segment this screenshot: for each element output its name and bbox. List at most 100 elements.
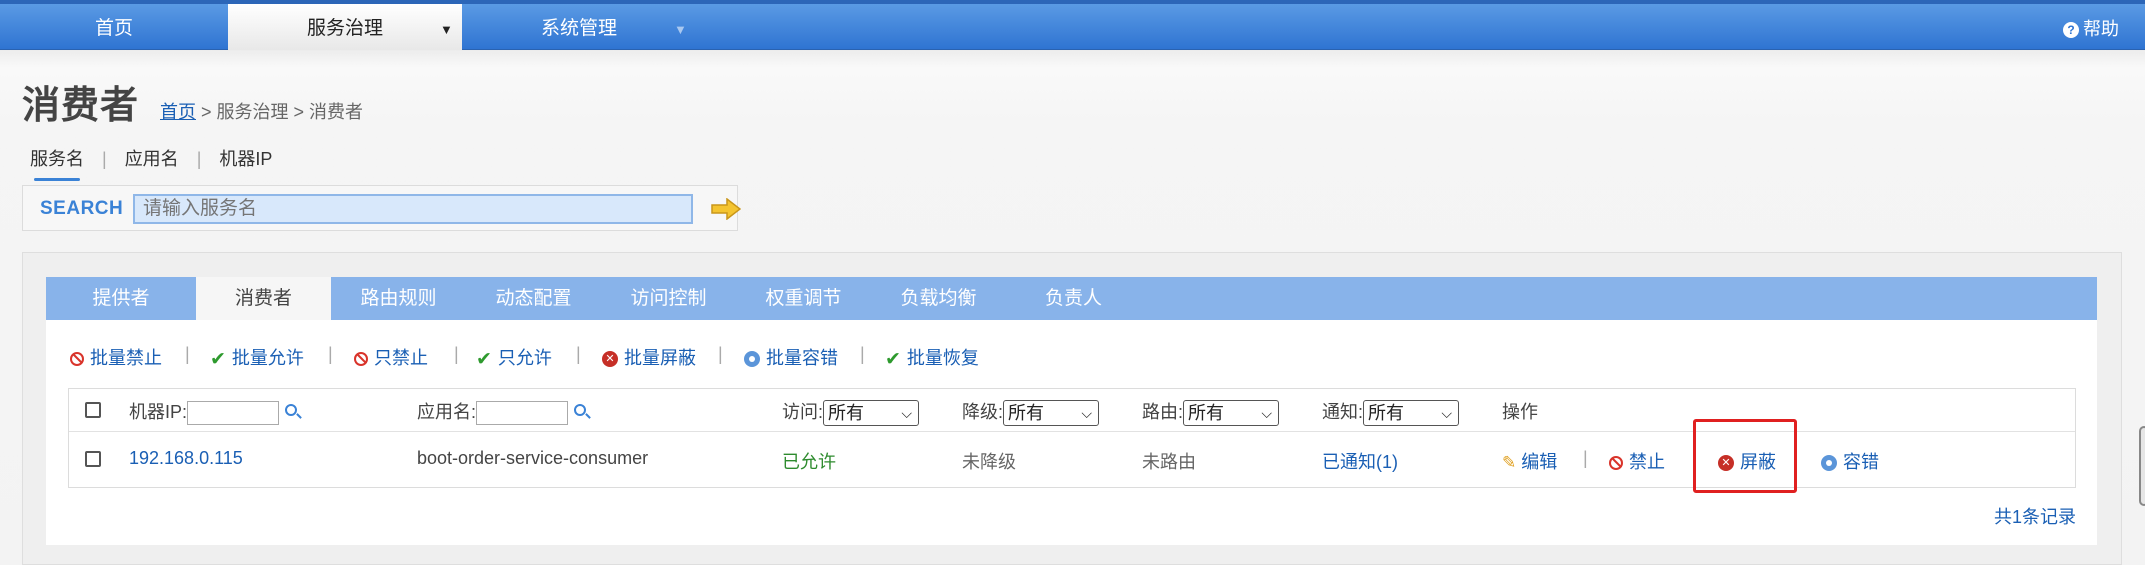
search-icon[interactable] — [285, 404, 298, 416]
gear-icon — [744, 351, 760, 368]
app-filter: 应用名: — [417, 398, 587, 426]
forbid-button[interactable]: 禁止 — [1609, 448, 1665, 474]
search-type-tabs: 服务名 | 应用名 | 机器IP — [30, 145, 272, 181]
search-arrow-icon[interactable] — [711, 197, 742, 225]
action-label: 批量恢复 — [906, 348, 979, 368]
app-filter-label: 应用名: — [417, 402, 477, 422]
action-label: 批量允许 — [231, 348, 304, 368]
search-icon[interactable] — [574, 404, 587, 416]
consumer-ip-link[interactable]: 192.168.0.115 — [129, 448, 243, 469]
check-icon: ✔ — [885, 348, 901, 370]
tab-divider: | — [102, 149, 107, 169]
action-label: 批量容错 — [766, 348, 838, 368]
chevron-down-icon: ⌵ — [1261, 405, 1273, 422]
search-box: SEARCH — [22, 185, 742, 231]
chevron-down-icon: ⌵ — [1441, 405, 1453, 422]
op-label: 禁止 — [1629, 452, 1665, 472]
nav-item-service-governance[interactable]: 服务治理 ▼ — [228, 4, 462, 50]
action-divider: | — [185, 344, 190, 364]
tab-load-balance[interactable]: 负载均衡 — [871, 277, 1006, 320]
notify-status-link[interactable]: 已通知(1) — [1322, 448, 1398, 474]
ip-filter-label: 机器IP: — [129, 402, 188, 422]
search-label: SEARCH — [40, 198, 124, 219]
route-select[interactable]: 所有 ⌵ — [1183, 400, 1280, 427]
breadcrumb: 首页 > 服务治理 > 消费者 — [160, 98, 363, 124]
caret-down-icon: ▼ — [440, 22, 453, 37]
only-forbid-button[interactable]: 只禁止 — [354, 344, 428, 370]
search-input[interactable] — [133, 194, 693, 224]
tab-dynamic-config[interactable]: 动态配置 — [466, 277, 601, 320]
scrollbar-handle[interactable] — [2139, 426, 2145, 506]
op-divider: | — [1583, 448, 1588, 468]
notify-select[interactable]: 所有 ⌵ — [1363, 400, 1460, 427]
check-icon: ✔ — [210, 348, 226, 370]
top-nav-bar: 首页 服务治理 ▼ 系统管理 ▼ ? 帮助 — [0, 0, 2145, 50]
ip-filter-input[interactable] — [187, 401, 280, 426]
action-divider: | — [328, 344, 333, 364]
degrade-filter-label: 降级: — [962, 402, 1004, 422]
edit-button[interactable]: ✎ 编辑 — [1502, 448, 1557, 474]
tab-weight-adjust[interactable]: 权重调节 — [736, 277, 871, 320]
caret-down-icon: ▼ — [674, 22, 687, 37]
help-link[interactable]: ? 帮助 — [2063, 4, 2119, 50]
tab-consumers[interactable]: 消费者 — [196, 277, 331, 320]
op-label: 容错 — [1843, 452, 1879, 472]
chevron-down-icon: ⌵ — [901, 405, 913, 422]
batch-recover-button[interactable]: ✔ 批量恢复 — [885, 344, 979, 371]
nav-item-label: 系统管理 — [540, 18, 617, 39]
batch-forbid-button[interactable]: 批量禁止 — [70, 344, 162, 370]
tab-access-control[interactable]: 访问控制 — [601, 277, 736, 320]
help-label: 帮助 — [2083, 19, 2119, 39]
chevron-down-icon: ⌵ — [1081, 405, 1093, 422]
tolerance-button[interactable]: 容错 — [1821, 448, 1879, 474]
action-label: 只禁止 — [374, 348, 428, 368]
search-tab-app-name[interactable]: 应用名 — [125, 145, 179, 171]
select-all-checkbox[interactable] — [85, 402, 101, 418]
route-status: 未路由 — [1142, 452, 1196, 472]
batch-tolerance-button[interactable]: 批量容错 — [744, 344, 838, 370]
select-value: 所有 — [1188, 403, 1225, 424]
nav-item-home[interactable]: 首页 — [0, 4, 228, 50]
app-filter-input[interactable] — [476, 401, 569, 426]
pencil-icon: ✎ — [1502, 453, 1517, 472]
search-tab-service-name[interactable]: 服务名 — [30, 145, 84, 181]
access-filter-label: 访问: — [782, 402, 824, 422]
row-checkbox[interactable] — [85, 451, 101, 467]
select-value: 所有 — [1008, 403, 1045, 424]
tab-providers[interactable]: 提供者 — [46, 277, 196, 320]
op-label: 编辑 — [1521, 452, 1558, 472]
select-value: 所有 — [828, 403, 865, 424]
select-value: 所有 — [1368, 403, 1405, 424]
gear-icon — [1821, 455, 1837, 472]
route-filter-label: 路由: — [1142, 402, 1184, 422]
tab-divider: | — [196, 149, 202, 169]
ban-icon — [70, 352, 84, 367]
close-circle-icon: ✕ — [602, 351, 618, 368]
nav-shadow — [0, 50, 2145, 68]
access-filter: 访问: 所有 ⌵ — [782, 398, 920, 427]
degrade-filter: 降级: 所有 ⌵ — [962, 398, 1100, 427]
batch-mask-button[interactable]: ✕ 批量屏蔽 — [602, 344, 696, 370]
nav-item-system-management[interactable]: 系统管理 ▼ — [462, 4, 696, 50]
page-title: 消费者 — [22, 85, 140, 127]
search-tab-machine-ip[interactable]: 机器IP — [219, 145, 272, 171]
breadcrumb-home-link[interactable]: 首页 — [160, 102, 196, 122]
route-filter: 路由: 所有 ⌵ — [1142, 398, 1280, 427]
action-divider: | — [718, 344, 723, 364]
ip-filter: 机器IP: — [129, 398, 298, 426]
help-icon: ? — [2063, 22, 2079, 38]
detail-tab-bar: 提供者 消费者 路由规则 动态配置 访问控制 权重调节 负载均衡 负责人 — [46, 277, 2097, 320]
degrade-select[interactable]: 所有 ⌵ — [1003, 400, 1100, 427]
consumer-app-name: boot-order-service-consumer — [417, 448, 649, 468]
batch-allow-button[interactable]: ✔ 批量允许 — [210, 344, 304, 371]
check-icon: ✔ — [476, 348, 492, 370]
only-allow-button[interactable]: ✔ 只允许 — [476, 344, 552, 371]
tab-route-rules[interactable]: 路由规则 — [331, 277, 466, 320]
tab-owner[interactable]: 负责人 — [1006, 277, 1141, 320]
ops-header: 操作 — [1502, 402, 1538, 422]
action-divider: | — [454, 344, 459, 364]
access-select[interactable]: 所有 ⌵ — [823, 400, 920, 427]
nav-item-label: 服务治理 — [306, 18, 383, 39]
action-divider: | — [576, 344, 581, 364]
breadcrumb-path: > 服务治理 > 消费者 — [196, 102, 364, 122]
